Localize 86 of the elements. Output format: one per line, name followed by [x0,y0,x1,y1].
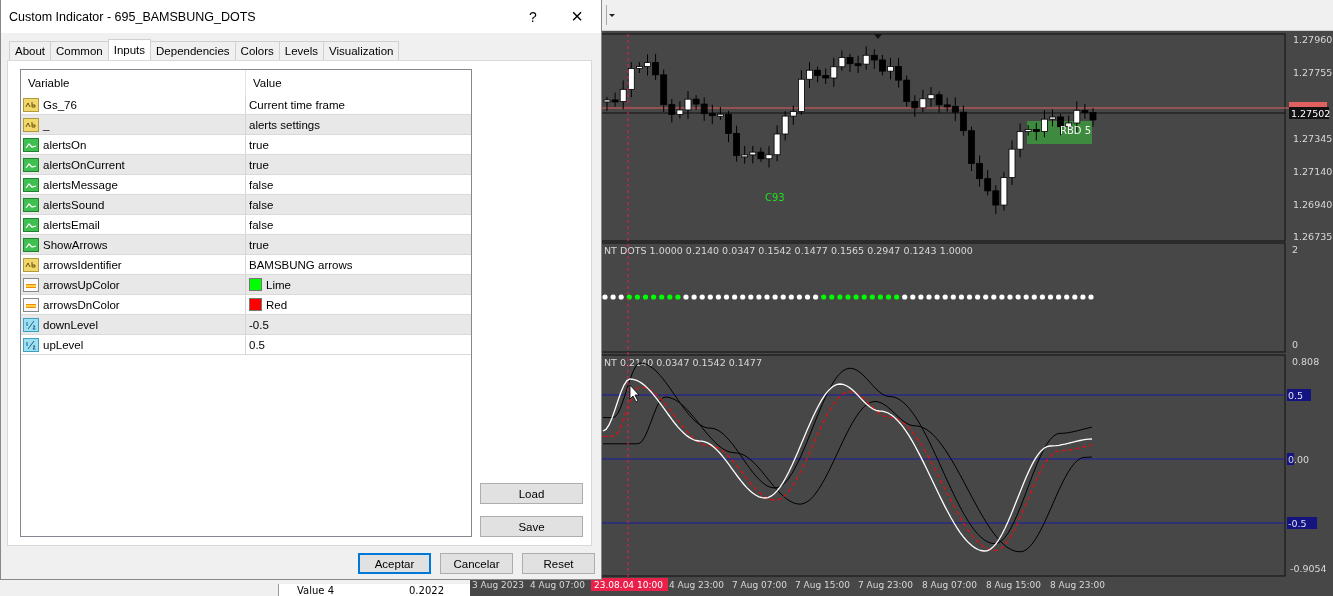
time-label: 4 Aug 23:00 [669,580,724,590]
load-button[interactable]: Load [480,483,583,504]
save-button[interactable]: Save [480,516,583,537]
cursor-time-tag: 23.08.04 10:00 [591,578,668,591]
line-chart-icon [23,176,39,193]
tab[interactable]: About [9,41,52,60]
variable-value[interactable]: true [249,238,269,251]
column-header[interactable]: Value [246,70,471,95]
text-type-icon [23,256,39,273]
level-tag: 0.5 [1287,389,1311,401]
tab[interactable]: Dependencies [150,41,236,60]
navigator-value: 0.2022 [409,585,444,596]
axis-label: 0 [1292,339,1299,350]
axis-label: -0.9054 [1290,563,1327,574]
variable-name: alertsOn [43,138,87,151]
number-type-icon [23,336,39,353]
variable-value[interactable]: 0.5 [249,338,265,351]
navigator-item[interactable]: Value 4 [279,585,407,596]
tab[interactable]: Inputs [107,39,152,60]
variable-value[interactable]: true [249,158,269,171]
column-header[interactable]: Variable [21,70,246,95]
dialog-button[interactable]: Reset [522,553,595,574]
variable-value[interactable]: Red [266,298,288,311]
color-bar-icon [23,276,39,293]
axis-label: 2 [1292,244,1299,255]
zone-label: RBD 5 [1060,125,1092,136]
dialog-button[interactable]: Aceptar [358,553,431,574]
variable-name: upLevel [43,338,84,351]
price-label: 1.27345 [1293,133,1333,144]
price-marker [1289,102,1327,107]
time-label: 8 Aug 15:00 [986,580,1041,590]
variable-name: arrowsUpColor [43,278,120,291]
line-chart-icon [23,156,39,173]
line-chart-icon [23,136,39,153]
variable-name: alertsOnCurrent [43,158,125,171]
line-chart-icon [23,196,39,213]
help-button[interactable]: ? [511,0,555,33]
variable-name: alertsEmail [43,218,100,231]
number-type-icon [23,316,39,333]
time-label: 3 Aug 2023 [472,580,524,590]
variable-name: arrowsDnColor [43,298,120,311]
variable-name: arrowsIdentifier [43,258,122,271]
line-chart-icon [23,236,39,253]
variable-value[interactable]: true [249,138,269,151]
variable-value[interactable]: alerts settings [249,118,320,131]
window-title: Custom Indicator - 695_BAMSBUNG_DOTS [9,9,257,24]
variable-value[interactable]: Current time frame [249,98,345,111]
variable-value[interactable]: false [249,218,274,231]
color-bar-icon [23,296,39,313]
time-label: 4 Aug 07:00 [530,580,585,590]
pane-legend: NT 0.2140 0.0347 0.1542 0.1477 [604,357,762,368]
time-label: 7 Aug 23:00 [858,580,913,590]
price-label: 1.27755 [1293,67,1333,78]
dialog-button[interactable]: Cancelar [440,553,513,574]
price-label: 1.27140 [1293,166,1333,177]
variable-value[interactable]: -0.5 [249,318,269,331]
time-label: 8 Aug 23:00 [1050,580,1105,590]
level-tag: 0.00 [1287,453,1310,465]
variable-name: alertsMessage [43,178,118,191]
price-label: 1.26735 [1293,231,1333,242]
pane-legend: NT DOTS 1.0000 0.2140 0.0347 0.1542 0.1477 0.1565 0.2947 0.1243 1.0000 [604,245,973,256]
line-chart-icon [23,216,39,233]
level-tag: -0.5 [1287,517,1317,529]
variable-name: _ [43,118,50,131]
mouse-cursor-icon [629,384,640,403]
variable-value[interactable]: BAMSBUNG arrows [249,258,353,271]
text-type-icon [23,96,39,113]
variable-value[interactable]: false [249,178,274,191]
signal-label: C93 [765,192,785,203]
variable-name: Gs_76 [43,98,77,111]
close-button[interactable]: × [555,0,599,33]
current-price-tag: 1.27502 [1289,107,1331,119]
price-label: 1.26940 [1293,199,1333,210]
axis-label: 0.808 [1292,356,1320,367]
time-label: 7 Aug 07:00 [732,580,787,590]
variable-name: alertsSound [43,198,105,211]
time-label: 7 Aug 15:00 [795,580,850,590]
text-type-icon [23,116,39,133]
variable-value[interactable]: false [249,198,274,211]
variable-name: downLevel [43,318,98,331]
time-label: 8 Aug 07:00 [922,580,977,590]
dropdown-icon[interactable] [606,5,617,25]
price-label: 1.27960 [1293,34,1333,45]
variable-value[interactable]: Lime [266,278,291,291]
tab[interactable]: Visualization [323,41,400,60]
variable-name: ShowArrows [43,238,108,251]
